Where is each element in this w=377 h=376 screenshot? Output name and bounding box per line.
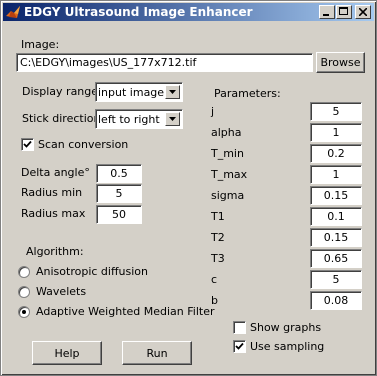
app-window: EDGY Ultrasound Image Enhancer Image: C:… <box>0 0 377 376</box>
param-t-min-label: T_min <box>211 147 244 160</box>
param-t2-label: T2 <box>211 231 225 244</box>
image-path-input[interactable]: C:\EDGY\images\US_177x712.tif <box>16 53 313 72</box>
help-button[interactable]: Help <box>32 341 102 365</box>
chevron-down-icon <box>169 90 176 94</box>
param-c-input[interactable]: 5 <box>310 270 362 289</box>
param-t-max-input[interactable]: 1 <box>310 165 362 184</box>
anisotropic-diffusion-label: Anisotropic diffusion <box>36 265 148 278</box>
display-range-select[interactable]: input image <box>95 82 183 102</box>
radio-selected-dot <box>22 310 26 314</box>
use-sampling-checkbox[interactable] <box>233 340 246 353</box>
param-b-label: b <box>211 294 218 307</box>
maximize-button[interactable] <box>336 5 352 19</box>
param-alpha-label: alpha <box>211 126 242 139</box>
param-sigma-input[interactable]: 0.15 <box>310 186 362 205</box>
use-sampling-label: Use sampling <box>250 340 325 353</box>
close-button[interactable] <box>355 5 371 19</box>
adaptive-weighted-median-filter-radio[interactable] <box>18 306 30 318</box>
radius-min-input[interactable]: 5 <box>96 184 142 203</box>
param-t3-input[interactable]: 0.65 <box>310 249 362 268</box>
image-label: Image: <box>21 38 60 51</box>
radius-min-label: Radius min <box>21 186 83 199</box>
param-j-input[interactable]: 5 <box>310 102 362 121</box>
browse-button[interactable]: Browse <box>316 52 365 73</box>
parameters-label: Parameters: <box>214 87 281 100</box>
adaptive-weighted-median-filter-label: Adaptive Weighted Median Filter <box>36 305 215 318</box>
param-t1-label: T1 <box>211 210 225 223</box>
param-j-label: j <box>211 105 215 118</box>
param-alpha-input[interactable]: 1 <box>310 123 362 142</box>
display-range-value: input image <box>98 86 164 99</box>
title-bar[interactable]: EDGY Ultrasound Image Enhancer <box>3 3 374 21</box>
param-t-max-label: T_max <box>211 168 248 181</box>
stick-direction-value: left to right <box>98 113 160 126</box>
radius-max-label: Radius max <box>21 207 86 220</box>
delta-angle-label: Delta angle° <box>21 166 90 179</box>
anisotropic-diffusion-radio[interactable] <box>18 266 30 278</box>
wavelets-radio[interactable] <box>18 286 30 298</box>
wavelets-label: Wavelets <box>36 285 87 298</box>
algorithm-label: Algorithm: <box>26 245 84 258</box>
param-t-min-input[interactable]: 0.2 <box>310 144 362 163</box>
run-button[interactable]: Run <box>122 341 192 365</box>
display-range-label: Display range <box>22 85 99 98</box>
stick-direction-label: Stick direction <box>22 112 101 125</box>
param-c-label: c <box>211 273 218 286</box>
stick-direction-dropdown-button[interactable] <box>165 112 180 126</box>
checkmark-icon <box>23 140 32 148</box>
matlab-logo-icon <box>6 6 20 18</box>
window-title: EDGY Ultrasound Image Enhancer <box>24 5 253 19</box>
chevron-down-icon <box>169 117 176 121</box>
param-sigma-label: sigma <box>211 189 245 202</box>
minimize-button[interactable] <box>319 5 335 19</box>
show-graphs-label: Show graphs <box>250 321 322 334</box>
scan-conversion-label: Scan conversion <box>38 138 129 151</box>
scan-conversion-checkbox[interactable] <box>21 138 34 151</box>
param-t2-input[interactable]: 0.15 <box>310 228 362 247</box>
delta-angle-input[interactable]: 0.5 <box>96 164 142 183</box>
param-b-input[interactable]: 0.08 <box>310 291 362 310</box>
param-t1-input[interactable]: 0.1 <box>310 207 362 226</box>
param-t3-label: T3 <box>211 252 225 265</box>
checkmark-icon <box>235 342 244 350</box>
close-icon <box>359 8 367 16</box>
stick-direction-select[interactable]: left to right <box>95 109 183 129</box>
display-range-dropdown-button[interactable] <box>165 85 180 99</box>
show-graphs-checkbox[interactable] <box>233 321 246 334</box>
radius-max-input[interactable]: 50 <box>96 205 142 224</box>
